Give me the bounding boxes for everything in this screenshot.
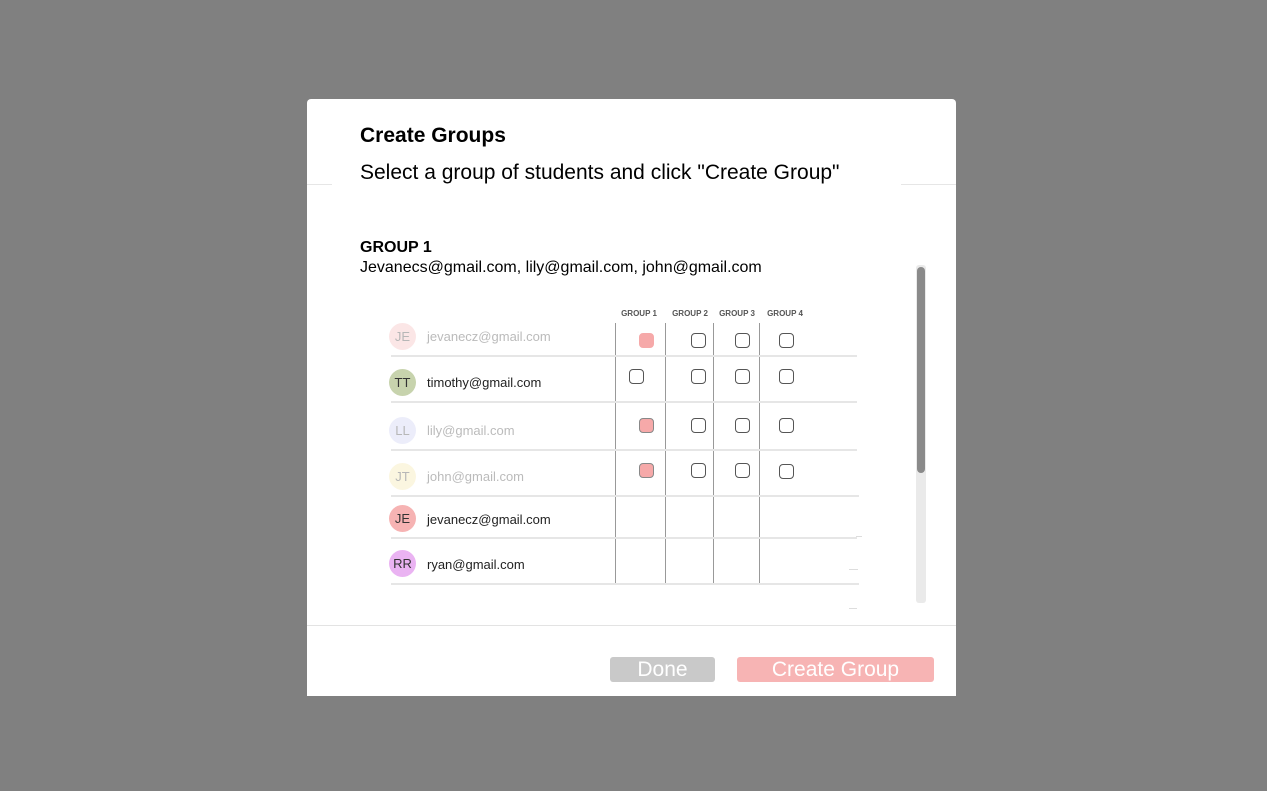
student-row[interactable]: JT john@gmail.com [389,463,859,503]
avatar: TT [389,369,416,396]
modal-subtitle: Select a group of students and click "Cr… [360,161,840,184]
group-2-checkbox[interactable] [691,333,706,348]
create-groups-modal: Create Groups Select a group of students… [307,99,956,696]
student-row[interactable]: LL lily@gmail.com [389,417,859,457]
group-4-checkbox[interactable] [779,464,794,479]
student-email: john@gmail.com [427,469,525,484]
avatar: JE [389,323,416,350]
student-group-grid: GROUP 1 GROUP 2 GROUP 3 GROUP 4 JE jevan… [389,304,862,609]
avatar: JE [389,505,416,532]
student-row[interactable]: JE jevanecz@gmail.com [389,323,859,363]
modal-title: Create Groups [360,124,506,147]
student-email: lily@gmail.com [427,423,515,438]
group-3-checkbox[interactable] [735,418,750,433]
student-row[interactable]: JE jevanecz@gmail.com [389,505,859,545]
group-2-checkbox[interactable] [691,369,706,384]
group-1-checkbox[interactable] [629,369,644,384]
group-3-checkbox[interactable] [735,369,750,384]
group-3-checkbox[interactable] [735,463,750,478]
group-members: Jevanecs@gmail.com, lily@gmail.com, john… [360,259,762,276]
scrollbar-thumb[interactable] [917,267,925,473]
group-1-checkbox[interactable] [639,463,654,478]
footer-divider [307,625,956,626]
student-row[interactable]: TT timothy@gmail.com [389,369,859,409]
group-3-checkbox[interactable] [735,333,750,348]
group-2-checkbox[interactable] [691,418,706,433]
avatar: LL [389,417,416,444]
group-4-checkbox[interactable] [779,333,794,348]
column-header-group-4: GROUP 4 [767,309,803,318]
group-1-checkbox[interactable] [639,333,654,348]
avatar: RR [389,550,416,577]
scrollbar-track[interactable] [916,265,926,603]
group-1-checkbox[interactable] [639,418,654,433]
done-button[interactable]: Done [610,657,715,682]
group-4-checkbox[interactable] [779,418,794,433]
student-row[interactable]: RR ryan@gmail.com [389,550,859,590]
group-4-checkbox[interactable] [779,369,794,384]
group-heading: GROUP 1 [360,239,432,256]
student-email: jevanecz@gmail.com [427,329,551,344]
student-email: timothy@gmail.com [427,375,542,390]
avatar: JT [389,463,416,490]
student-email: jevanecz@gmail.com [427,512,551,527]
group-2-checkbox[interactable] [691,463,706,478]
student-email: ryan@gmail.com [427,557,525,572]
create-group-button[interactable]: Create Group [737,657,934,682]
